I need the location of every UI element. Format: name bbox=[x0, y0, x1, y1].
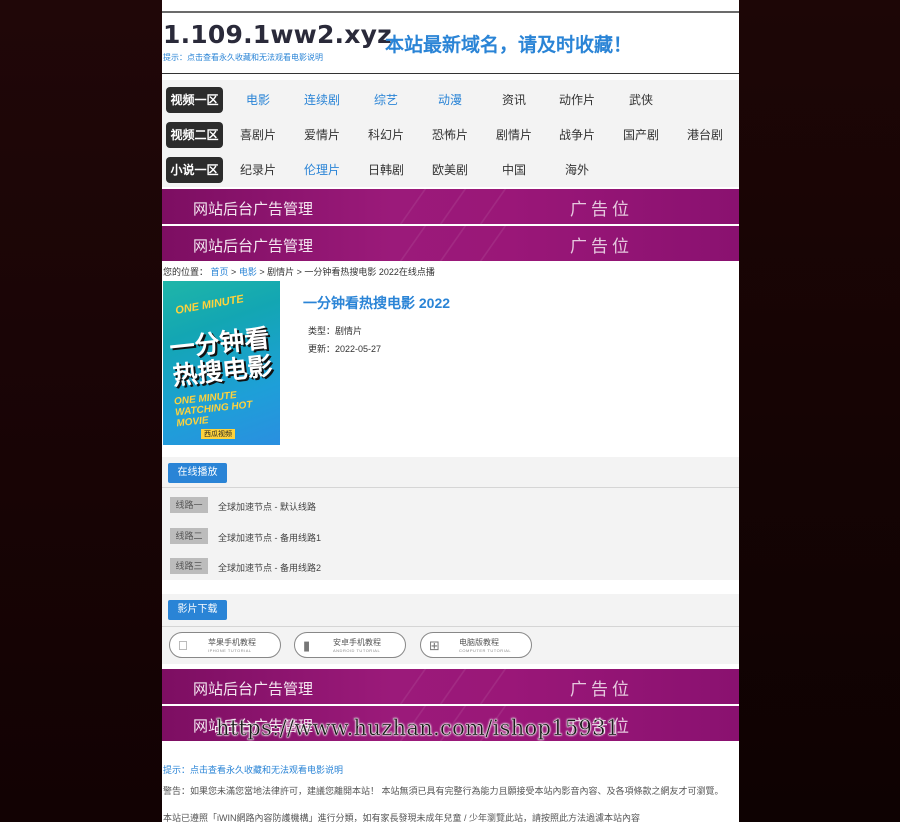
nav-link[interactable]: 喜剧片 bbox=[233, 117, 283, 153]
apple-icon:  bbox=[178, 638, 188, 653]
play-line-link[interactable]: 全球加速节点 - 默认线路 bbox=[218, 500, 316, 513]
poster-tagline: ONE MINUTE bbox=[174, 293, 245, 317]
ad-banner[interactable]: 网站后台广告管理 广告位 bbox=[162, 189, 739, 224]
category-nav: 视频一区 电影 连续剧 综艺 动漫 资讯 动作片 武侠 视频二区 喜剧片 爱情片… bbox=[162, 80, 739, 187]
breadcrumb-category[interactable]: 电影 bbox=[239, 267, 257, 277]
nav-row-2: 视频二区 喜剧片 爱情片 科幻片 恐怖片 剧情片 战争片 国产剧 港台剧 bbox=[162, 117, 739, 151]
play-heading: 在线播放 bbox=[168, 463, 227, 483]
movie-poster[interactable]: ONE MINUTE 一分钟看热搜电影 ONE MINUTE WATCHING … bbox=[163, 281, 280, 445]
nav-link[interactable]: 纪录片 bbox=[233, 152, 283, 188]
nav-link[interactable]: 动作片 bbox=[552, 82, 602, 118]
movie-type: 类型：剧情片 bbox=[308, 324, 362, 337]
nav-link[interactable]: 电影 bbox=[233, 82, 283, 118]
nav-link[interactable]: 欧美剧 bbox=[425, 152, 475, 188]
windows-icon: ⊞ bbox=[429, 638, 440, 653]
background-right bbox=[739, 0, 900, 822]
breadcrumb-home[interactable]: 首页 bbox=[211, 267, 229, 277]
breadcrumb-sep: > bbox=[228, 267, 239, 277]
breadcrumb-sub[interactable]: 剧情片 bbox=[267, 267, 294, 277]
nav-link[interactable]: 剧情片 bbox=[489, 117, 539, 153]
site-slogan: 本站最新域名，请及时收藏！ bbox=[385, 35, 633, 56]
nav-link[interactable]: 中国 bbox=[489, 152, 539, 188]
play-line-link[interactable]: 全球加速节点 - 备用线路1 bbox=[218, 531, 321, 544]
button-label: 电脑版教程 bbox=[459, 638, 499, 647]
nav-link[interactable]: 伦理片 bbox=[297, 152, 347, 188]
nav-link[interactable]: 海外 bbox=[552, 152, 602, 188]
ad-banner[interactable]: 网站后台广告管理 广告位 bbox=[162, 669, 739, 704]
breadcrumb-sep: > bbox=[294, 267, 305, 277]
nav-link[interactable]: 国产剧 bbox=[616, 117, 666, 153]
button-sublabel: IPHONE TUTORIAL bbox=[208, 648, 252, 653]
nav-row-3: 小说一区 纪录片 伦理片 日韩剧 欧美剧 中国 海外 bbox=[162, 152, 739, 186]
android-icon: ▮ bbox=[303, 638, 311, 653]
poster-subtitle: ONE MINUTE WATCHING HOT MOVIE bbox=[173, 390, 254, 430]
movie-title: 一分钟看热搜电影 2022 bbox=[303, 295, 451, 311]
breadcrumb-prefix: 您的位置： bbox=[163, 267, 209, 277]
android-tutorial-button[interactable]: ▮ 安卓手机教程 ANDROID TUTORIAL bbox=[294, 632, 406, 658]
iphone-tutorial-button[interactable]:  苹果手机教程 IPHONE TUTORIAL bbox=[169, 632, 281, 658]
page-container: 1.109.1ww2.xyz 本站最新域名，请及时收藏！ 提示：点击查看永久收藏… bbox=[162, 0, 739, 822]
nav-link[interactable]: 综艺 bbox=[361, 82, 411, 118]
nav-link[interactable]: 港台剧 bbox=[680, 117, 730, 153]
ad-label: 网站后台广告管理 bbox=[193, 201, 314, 218]
play-line-tag[interactable]: 线路二 bbox=[170, 528, 208, 544]
play-line-tag[interactable]: 线路三 bbox=[170, 558, 208, 574]
header-divider bbox=[162, 73, 739, 74]
top-divider bbox=[162, 11, 739, 13]
movie-date: 更新：2022-05-27 bbox=[308, 342, 381, 355]
nav-tag-video-2[interactable]: 视频二区 bbox=[166, 122, 223, 148]
button-sublabel: COMPUTER TUTORIAL bbox=[459, 648, 512, 653]
type-value: 剧情片 bbox=[335, 326, 363, 336]
poster-badge: 西瓜视频 bbox=[201, 429, 235, 439]
download-heading: 影片下载 bbox=[168, 600, 227, 620]
nav-row-1: 视频一区 电影 连续剧 综艺 动漫 资讯 动作片 武侠 bbox=[162, 82, 739, 116]
tip-top-link[interactable]: 提示：点击查看永久收藏和无法观看电影说明 bbox=[163, 52, 323, 63]
background-left bbox=[0, 0, 162, 822]
breadcrumb-current: 一分钟看热搜电影 2022在线点播 bbox=[304, 267, 435, 277]
date-value: 2022-05-27 bbox=[335, 344, 382, 354]
nav-tag-novel-1[interactable]: 小说一区 bbox=[166, 157, 223, 183]
nav-tag-video-1[interactable]: 视频一区 bbox=[166, 87, 223, 113]
button-label: 苹果手机教程 bbox=[208, 638, 256, 647]
nav-link[interactable]: 动漫 bbox=[425, 82, 475, 118]
panel-divider bbox=[162, 626, 739, 627]
poster-title: 一分钟看热搜电影 bbox=[168, 324, 274, 391]
site-domain[interactable]: 1.109.1ww2.xyz bbox=[163, 20, 392, 49]
nav-link[interactable]: 爱情片 bbox=[297, 117, 347, 153]
nav-link[interactable]: 恐怖片 bbox=[425, 117, 475, 153]
play-line-tag[interactable]: 线路一 bbox=[170, 497, 208, 513]
date-label: 更新： bbox=[308, 344, 336, 354]
ad-slot-label: 广告位 bbox=[570, 237, 633, 256]
legal-warning: 警告：如果您未滿您當地法律許可，建議您離開本站！ 本站無須已具有完整行為能力且願… bbox=[163, 786, 724, 796]
breadcrumb-sep: > bbox=[256, 267, 268, 277]
ad-slot-label: 广告位 bbox=[570, 680, 633, 699]
play-panel: 在线播放 线路一 全球加速节点 - 默认线路 线路二 全球加速节点 - 备用线路… bbox=[162, 457, 739, 580]
ad-label: 网站后台广告管理 bbox=[193, 238, 314, 255]
type-label: 类型： bbox=[308, 326, 336, 336]
nav-link[interactable]: 日韩剧 bbox=[361, 152, 411, 188]
ad-label: 网站后台广告管理 bbox=[193, 681, 314, 698]
breadcrumb: 您的位置： 首页 > 电影 > 剧情片 > 一分钟看热搜电影 2022在线点播 bbox=[163, 265, 435, 278]
nav-link[interactable]: 战争片 bbox=[552, 117, 602, 153]
ad-banner[interactable]: 网站后台广告管理 广告位 bbox=[162, 226, 739, 261]
nav-link[interactable]: 武侠 bbox=[616, 82, 666, 118]
nav-link[interactable]: 连续剧 bbox=[297, 82, 347, 118]
panel-divider bbox=[162, 487, 739, 488]
tip-bottom-link[interactable]: 提示：点击查看永久收藏和无法观看电影说明 bbox=[163, 763, 343, 776]
nav-link[interactable]: 科幻片 bbox=[361, 117, 411, 153]
computer-tutorial-button[interactable]: ⊞ 电脑版教程 COMPUTER TUTORIAL bbox=[420, 632, 532, 658]
ad-slot-label: 广告位 bbox=[570, 200, 633, 219]
watermark-text: https://www.huzhan.com/ishop15931 bbox=[216, 716, 620, 740]
nav-link[interactable]: 资讯 bbox=[489, 82, 539, 118]
button-sublabel: ANDROID TUTORIAL bbox=[333, 648, 381, 653]
play-line-link[interactable]: 全球加速节点 - 备用线路2 bbox=[218, 561, 321, 574]
content-grading-note: 本站已遵照「iWIN網路內容防護機構」進行分類，如有家長發現未成年兒童 / 少年… bbox=[163, 813, 640, 822]
button-label: 安卓手机教程 bbox=[333, 638, 381, 647]
